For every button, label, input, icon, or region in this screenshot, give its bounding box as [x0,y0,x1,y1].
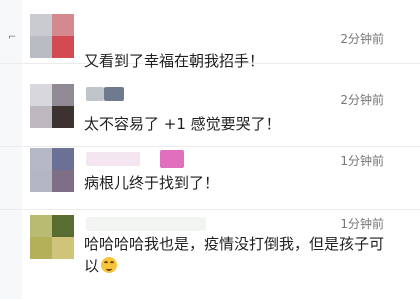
avatar-tile [30,215,52,237]
avatar[interactable] [30,215,74,259]
comment-item[interactable]: 2分钟前 又看到了幸福在朝我招手！ [0,0,420,70]
comment-item[interactable]: 2分钟前 太不容易了 +1 感觉要哭了！ [0,83,420,147]
username-blurred [160,150,184,168]
avatar-tile [30,14,52,36]
avatar-tile [52,14,74,36]
username-blurred [104,87,124,101]
avatar-tile [52,237,74,259]
avatar-tile [52,84,74,106]
avatar-tile [30,36,52,58]
avatar[interactable] [30,14,74,58]
comment-text: 太不容易了 +1 感觉要哭了！ [84,115,281,133]
username-blurred [86,152,140,166]
avatar-tile [52,36,74,58]
username-blurred [86,87,104,101]
comment-time: 1分钟前 [340,217,384,231]
comment-item[interactable]: 1分钟前 哈哈哈哈我也是，疫情没打倒我，但是孩子可以 [0,211,420,299]
avatar-tile [52,170,74,192]
comment-time: 2分钟前 [340,93,384,107]
avatar[interactable] [30,148,74,192]
avatar[interactable] [30,84,74,128]
avatar-tile [30,237,52,259]
comment-time: 1分钟前 [340,154,384,168]
comment-text: 哈哈哈哈我也是，疫情没打倒我，但是孩子可以 [84,233,384,277]
username-blurred [86,14,206,28]
avatar-tile [30,148,52,170]
avatar-tile [52,215,74,237]
avatar-tile [52,148,74,170]
comment-text: 又看到了幸福在朝我招手！ [84,52,265,70]
avatar-tile [52,106,74,128]
comment-text-content: 哈哈哈哈我也是，疫情没打倒我，但是孩子可以 [84,235,385,275]
comment-item[interactable]: 1分钟前 病根儿终于找到了！ [0,146,420,210]
avatar-tile [30,106,52,128]
laugh-cry-emoji-icon [101,257,118,273]
avatar-tile [30,84,52,106]
comment-time: 2分钟前 [340,32,384,46]
avatar-tile [30,170,52,192]
comment-text: 病根儿终于找到了！ [84,174,220,192]
username-blurred [86,217,206,231]
